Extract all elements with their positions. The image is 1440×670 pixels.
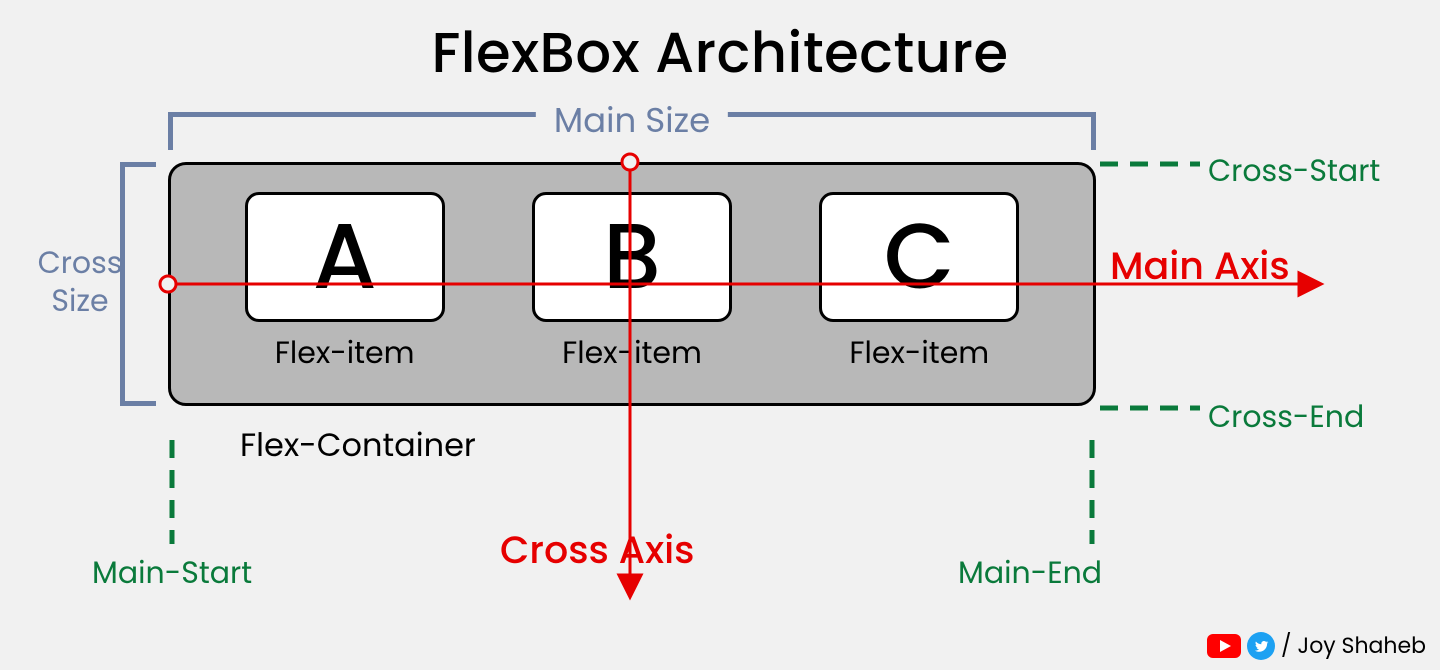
page-title: FlexBox Architecture (0, 10, 1440, 95)
main-end-label: Main-End (958, 550, 1102, 596)
flex-item-wrap-b: B Flex-item (532, 192, 732, 376)
cross-axis-label: Cross Axis (500, 522, 694, 579)
flex-item-c: C (819, 192, 1019, 322)
cross-start-label: Cross-Start (1208, 148, 1380, 194)
cross-end-label: Cross-End (1208, 394, 1364, 440)
twitter-icon (1247, 632, 1275, 660)
diagram-stage: FlexBox Architecture Main Size CrossSize… (0, 0, 1440, 670)
flex-item-b: B (532, 192, 732, 322)
flex-item-label-b: Flex-item (532, 330, 732, 376)
main-size-bracket: Main Size (168, 112, 1096, 150)
credit-prefix: / (1281, 629, 1291, 662)
main-start-label: Main-Start (92, 550, 252, 596)
flex-item-wrap-a: A Flex-item (245, 192, 445, 376)
credit-name: Joy Shaheb (1298, 629, 1426, 662)
youtube-icon (1207, 634, 1241, 658)
flex-container: A Flex-item B Flex-item C Flex-item (168, 162, 1096, 406)
main-axis-label: Main Axis (1110, 238, 1290, 295)
flex-container-caption: Flex-Container (240, 422, 476, 470)
credit-line: / Joy Shaheb (1207, 629, 1426, 662)
flex-item-a: A (245, 192, 445, 322)
flex-item-label-c: Flex-item (819, 330, 1019, 376)
cross-size-label: CrossSize (30, 244, 130, 319)
main-size-label: Main Size (536, 95, 728, 146)
flex-row: A Flex-item B Flex-item C Flex-item (171, 165, 1093, 403)
flex-item-label-a: Flex-item (245, 330, 445, 376)
flex-item-wrap-c: C Flex-item (819, 192, 1019, 376)
